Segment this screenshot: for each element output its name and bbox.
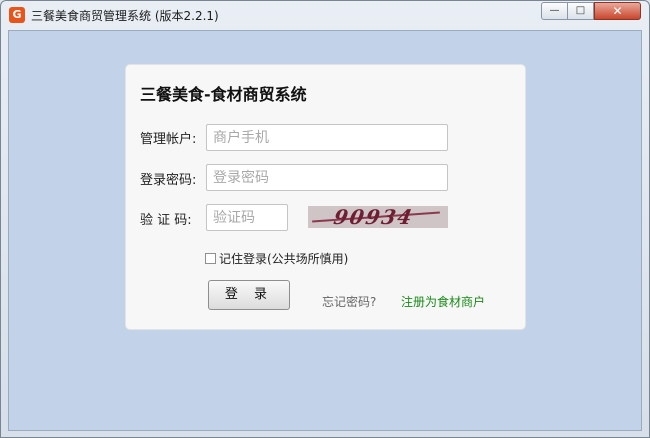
login-button[interactable]: 登 录 — [208, 280, 290, 310]
password-input[interactable] — [206, 164, 448, 191]
client-area: 三餐美食-食材商贸系统 管理帐户: 登录密码: 验 证 码: 90934 记住登… — [8, 30, 642, 431]
login-heading: 三餐美食-食材商贸系统 — [140, 85, 307, 104]
minimize-button[interactable]: — — [541, 2, 568, 20]
title-bar[interactable]: G 三餐美食商贸管理系统 (版本2.2.1) — □ ✕ — [1, 1, 649, 29]
register-merchant-link[interactable]: 注册为食材商户 — [401, 293, 485, 310]
captcha-image[interactable]: 90934 — [308, 206, 448, 228]
maximize-button[interactable]: □ — [567, 2, 594, 20]
remember-label: 记住登录(公共场所慎用) — [219, 252, 349, 266]
window-title: 三餐美食商贸管理系统 (版本2.2.1) — [31, 9, 219, 23]
remember-login[interactable]: 记住登录(公共场所慎用) — [205, 250, 348, 267]
app-logo-icon: G — [9, 7, 25, 23]
close-button[interactable]: ✕ — [594, 2, 641, 20]
account-input[interactable] — [206, 124, 448, 151]
app-window: G 三餐美食商贸管理系统 (版本2.2.1) — □ ✕ 三餐美食-食材商贸系统… — [0, 0, 650, 438]
forgot-password-link[interactable]: 忘记密码? — [322, 293, 376, 310]
captcha-label: 验 证 码: — [140, 213, 192, 228]
captcha-input[interactable] — [206, 204, 288, 231]
password-label: 登录密码: — [140, 173, 197, 188]
remember-checkbox[interactable] — [205, 253, 216, 264]
account-label: 管理帐户: — [140, 132, 197, 147]
captcha-code: 90934 — [331, 206, 416, 228]
login-panel: 三餐美食-食材商贸系统 管理帐户: 登录密码: 验 证 码: 90934 记住登… — [125, 64, 526, 330]
